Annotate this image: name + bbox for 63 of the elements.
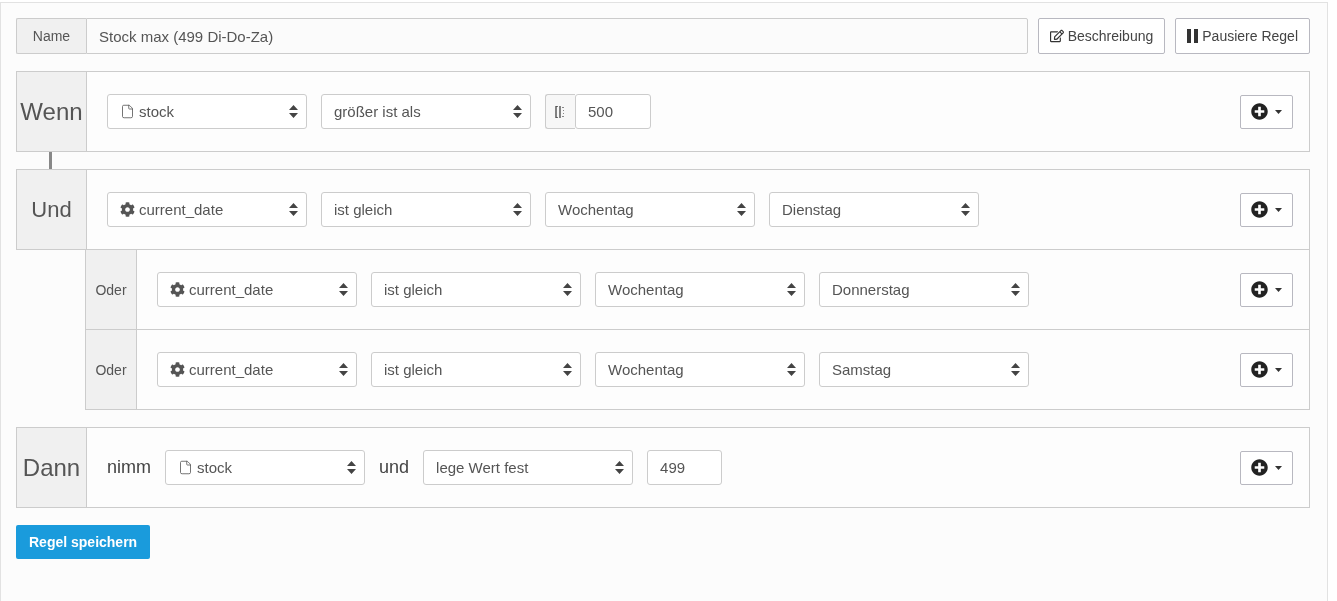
caret-icon	[1275, 109, 1282, 114]
dropdown[interactable]: stock	[165, 450, 365, 485]
sort-arrows-icon	[339, 283, 348, 296]
dropdown[interactable]: Wochentag	[595, 272, 805, 307]
sort-arrows-icon	[1011, 283, 1020, 296]
caret-icon	[1275, 367, 1282, 372]
sort-arrows-icon	[347, 461, 356, 474]
or-label: Oder	[86, 250, 137, 329]
add-condition-button[interactable]	[1240, 352, 1293, 387]
pause-button[interactable]: Pausiere Regel	[1175, 18, 1310, 54]
description-button[interactable]: Beschreibung	[1037, 18, 1166, 54]
number-input[interactable]: 500	[575, 94, 651, 129]
gear-icon	[120, 202, 135, 217]
sort-arrows-icon	[289, 203, 298, 216]
add-condition-button[interactable]	[1240, 94, 1293, 129]
block-label: Wenn	[17, 72, 87, 151]
sort-arrows-icon	[787, 363, 796, 376]
pause-icon	[1187, 29, 1199, 43]
sort-arrows-icon	[615, 461, 625, 474]
range-icon	[555, 105, 566, 118]
dropdown[interactable]: Wochentag	[595, 352, 805, 387]
block-label: Dann	[17, 428, 87, 507]
dropdown[interactable]: größer ist als	[321, 94, 531, 129]
sort-arrows-icon	[1011, 363, 1020, 376]
dropdown[interactable]: Wochentag	[545, 192, 755, 227]
dropdown[interactable]: current_date	[157, 272, 357, 307]
add-condition-button[interactable]	[1240, 272, 1293, 307]
sort-arrows-icon	[289, 105, 298, 118]
dropdown[interactable]: ist gleich	[321, 192, 531, 227]
dropdown[interactable]: ist gleich	[371, 352, 581, 387]
number-input[interactable]: 499	[647, 450, 723, 485]
add-condition-button[interactable]	[1240, 450, 1293, 485]
sort-arrows-icon	[737, 203, 746, 216]
sort-arrows-icon	[961, 203, 970, 216]
dropdown[interactable]: current_date	[107, 192, 307, 227]
block-label: Und	[17, 170, 87, 249]
sort-arrows-icon	[563, 283, 572, 296]
sort-arrows-icon	[787, 283, 796, 296]
caret-icon	[1275, 207, 1282, 212]
file-icon	[178, 460, 193, 475]
sort-arrows-icon	[339, 363, 348, 376]
name-label: Name	[16, 18, 86, 54]
sort-arrows-icon	[563, 363, 572, 376]
gear-icon	[170, 282, 185, 297]
dropdown[interactable]: lege Wert fest	[423, 450, 634, 485]
dropdown[interactable]: Dienstag	[769, 192, 979, 227]
sort-arrows-icon	[513, 105, 522, 118]
connector-word: nimm	[107, 457, 151, 478]
name-input[interactable]: Stock max (499 Di-Do-Za)	[86, 18, 1028, 54]
dropdown[interactable]: ist gleich	[371, 272, 581, 307]
gear-icon	[170, 362, 185, 377]
dropdown[interactable]: Donnerstag	[819, 272, 1029, 307]
or-label: Oder	[86, 330, 137, 409]
file-icon	[120, 104, 135, 119]
dropdown[interactable]: stock	[107, 94, 307, 129]
caret-icon	[1275, 287, 1282, 292]
edit-icon	[1049, 29, 1064, 43]
caret-icon	[1275, 465, 1282, 470]
dropdown[interactable]: current_date	[157, 352, 357, 387]
add-condition-button[interactable]	[1240, 192, 1293, 227]
dropdown[interactable]: Samstag	[819, 352, 1029, 387]
sort-arrows-icon	[513, 203, 522, 216]
connector-word: und	[379, 457, 410, 478]
